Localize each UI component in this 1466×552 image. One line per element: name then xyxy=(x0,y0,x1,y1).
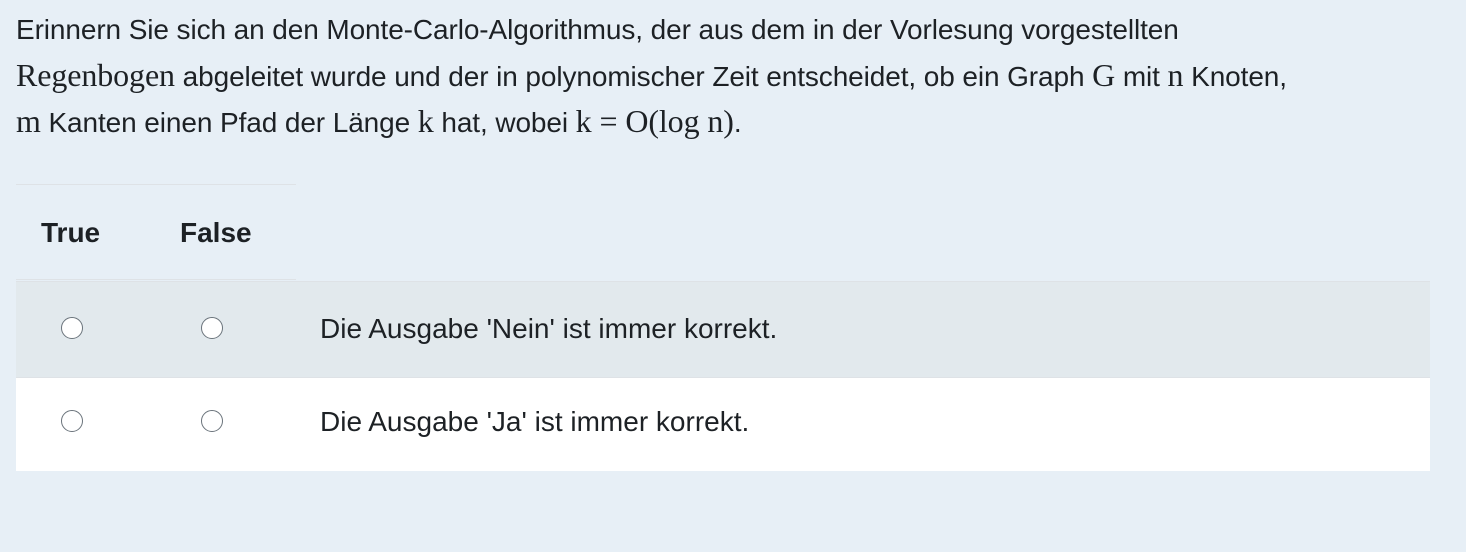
math-graph-g: G xyxy=(1092,56,1116,93)
question-text: Erinnern Sie sich an den Monte-Carlo-Alg… xyxy=(16,8,1446,146)
radio-true-row-2[interactable] xyxy=(61,410,83,432)
radio-true-row-1[interactable] xyxy=(61,317,83,339)
math-k: k xyxy=(417,103,434,139)
table-header-top-rule xyxy=(16,184,296,185)
question-line-3: m Kanten einen Pfad der Länge k hat, wob… xyxy=(16,99,1446,146)
question-text-segment: hat, wobei xyxy=(433,107,576,138)
question-text-segment: mit xyxy=(1115,60,1168,92)
question-text-segment: . xyxy=(733,107,742,138)
question-line-2: Regenbogen abgeleitet wurde und der in p… xyxy=(16,53,1446,100)
math-regenbogen: Regenbogen xyxy=(16,56,175,93)
table-row: Die Ausgabe 'Nein' ist immer korrekt. xyxy=(16,281,1430,377)
question-text-segment: Knoten, xyxy=(1183,60,1287,92)
radio-false-row-2[interactable] xyxy=(201,410,223,432)
math-formula: k = O(log n) xyxy=(575,103,734,139)
question-text-segment: abgeleitet wurde und der in polynomische… xyxy=(174,60,1093,92)
statement-row-1: Die Ausgabe 'Nein' ist immer korrekt. xyxy=(320,313,778,344)
question-text-segment: Kanten einen Pfad der Länge xyxy=(40,107,418,138)
statement-row-2: Die Ausgabe 'Ja' ist immer korrekt. xyxy=(320,406,750,437)
question-line-1: Erinnern Sie sich an den Monte-Carlo-Alg… xyxy=(16,14,1179,45)
column-header-true: True xyxy=(41,217,101,248)
math-m: m xyxy=(16,103,41,139)
table-row: Die Ausgabe 'Ja' ist immer korrekt. xyxy=(16,377,1430,471)
column-header-false: False xyxy=(180,217,252,248)
radio-false-row-1[interactable] xyxy=(201,317,223,339)
math-n: n xyxy=(1167,56,1184,93)
table-header-bottom-rule xyxy=(16,279,296,280)
